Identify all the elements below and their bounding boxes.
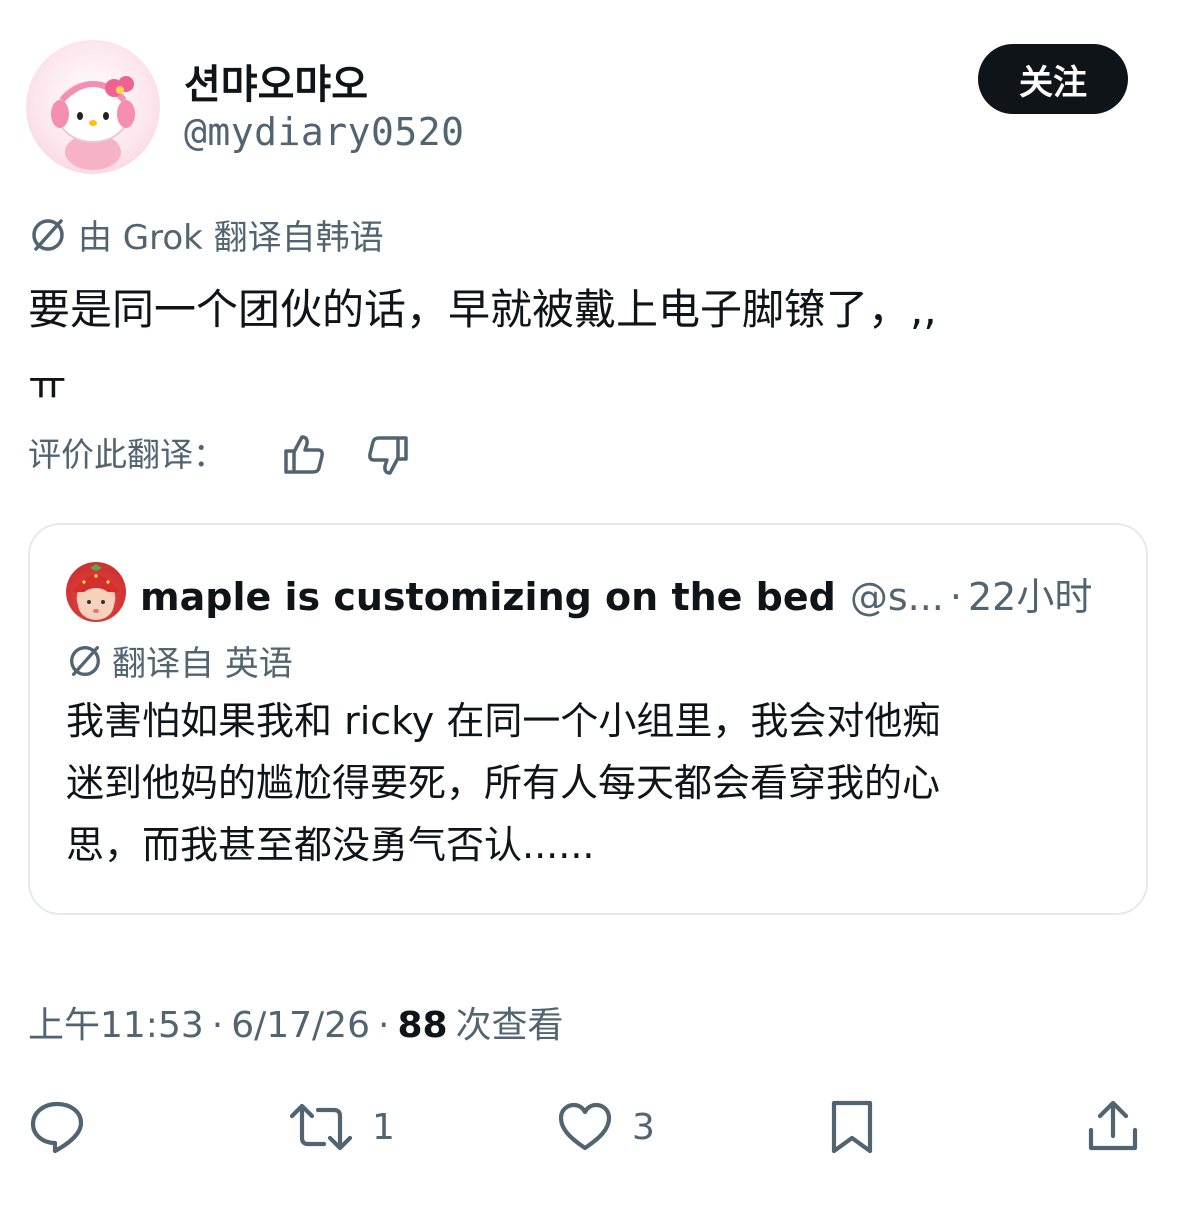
separator: · [377,1005,390,1046]
heart-icon [558,1102,612,1151]
quoted-text: 我害怕如果我和 ricky 在同一个小组里，我会对他痴 迷到他妈的尴尬得要死，所… [66,690,1126,876]
tweet-text-line: ㅠ [28,361,67,410]
avatar[interactable] [26,40,160,174]
reply-button[interactable] [28,1098,86,1156]
quoted-translation-note: 翻译自 英语 [66,636,293,685]
like-button[interactable]: 3 [556,1098,655,1156]
hello-kitty-avatar-icon [51,76,135,170]
rate-translation: 评价此翻译： [28,428,226,476]
views-label: 次查看 [455,1005,564,1046]
follow-button[interactable]: 关注 [978,44,1128,114]
display-name[interactable]: 션먀오먀오 [184,52,368,110]
rate-translation-label: 评价此翻译： [28,435,226,474]
retweet-count: 1 [372,1106,395,1148]
quoted-translation-note-text: 翻译自 英语 [112,644,293,684]
share-button[interactable] [1086,1098,1140,1156]
quoted-avatar[interactable] [66,562,126,622]
translate-icon [32,218,64,251]
user-handle[interactable]: @mydiary0520 [184,110,465,154]
translation-note-text: 由 Grok 翻译自韩语 [78,218,384,258]
translation-note: 由 Grok 翻译自韩语 [28,210,384,259]
retweet-button[interactable]: 1 [288,1098,395,1156]
tweet-time[interactable]: 上午11:53 [28,996,204,1048]
separator: · [949,575,962,619]
quoted-display-name[interactable]: maple is customizing on the bed [140,575,836,619]
like-count: 3 [632,1106,655,1148]
views-count: 88 [397,1005,448,1046]
bookmark-button[interactable] [826,1098,878,1156]
bookmark-icon [831,1100,873,1154]
tweet-date[interactable]: 6/17/26 [231,1005,370,1046]
tweet-text-line: 要是同一个团伙的话，早就被戴上电子脚镣了，,, [28,285,937,334]
quoted-timestamp: 22小时 [967,575,1093,619]
thumbs-down-icon[interactable] [366,434,410,482]
quoted-text-line: 思，而我甚至都没勇气否认...... [66,823,595,867]
quoted-text-line: 我害怕如果我和 ricky 在同一个小组里，我会对他痴 [66,699,941,743]
retweet-icon [289,1103,353,1151]
separator: · [211,1005,224,1046]
thumbs-up-icon[interactable] [282,432,326,480]
strawberry-hat-avatar-icon [72,564,120,620]
translate-icon [70,645,100,676]
quoted-handle[interactable]: @s... [850,575,944,619]
quoted-text-line: 迷到他妈的尴尬得要死，所有人每天都会看穿我的心 [66,761,941,805]
tweet-meta: 上午11:53 · 6/17/26 · 88 次查看 [28,996,564,1048]
tweet-text: 要是同一个团伙的话，早就被戴上电子脚镣了，,, ㅠ [28,272,1148,424]
quoted-header: maple is customizing on the bed @s... · … [140,566,1092,621]
share-icon [1088,1100,1138,1151]
reply-icon [30,1101,84,1154]
